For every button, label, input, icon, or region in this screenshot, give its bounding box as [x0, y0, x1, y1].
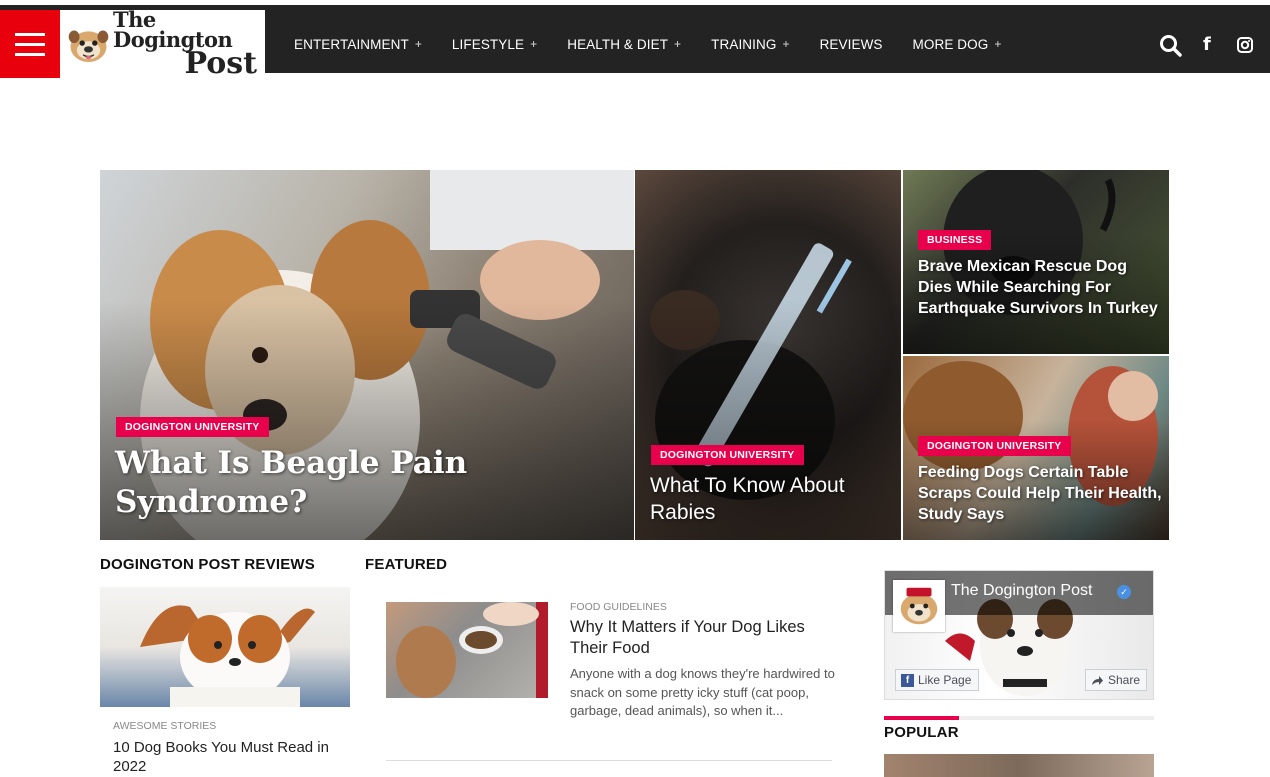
- popular-heading: POPULAR: [884, 724, 959, 741]
- reviews-heading: DOGINGTON POST REVIEWS: [100, 556, 315, 573]
- hero-title[interactable]: What Is Beagle Pain Syndrome?: [115, 444, 535, 522]
- nav-label: MORE DOG: [912, 36, 989, 52]
- nav-health-diet[interactable]: HEALTH & DIET +: [567, 37, 681, 52]
- hero-title[interactable]: Feeding Dogs Certain Table Scraps Could …: [918, 462, 1163, 525]
- share-label: Share: [1108, 673, 1141, 687]
- hero-tile-rabies[interactable]: DOGINGTON UNIVERSITY What To Know About …: [635, 170, 901, 540]
- category-badge[interactable]: BUSINESS: [918, 230, 992, 250]
- facebook-page-widget[interactable]: The Dogington Post ✓ f Like Page Share: [884, 570, 1154, 700]
- logo-line-1: The Dogington: [113, 6, 233, 52]
- top-navigation-bar: The Dogington Post ENTERTAINMENT + LIFES…: [0, 0, 1270, 78]
- hero-tile-table-scraps[interactable]: DOGINGTON UNIVERSITY Feeding Dogs Certai…: [903, 356, 1169, 540]
- category-badge[interactable]: DOGINGTON UNIVERSITY: [918, 436, 1071, 456]
- site-logo[interactable]: The Dogington Post: [60, 6, 265, 81]
- facebook-like-page-button[interactable]: f Like Page: [895, 669, 979, 691]
- like-label: Like Page: [918, 673, 972, 687]
- review-category[interactable]: AWESOME STORIES: [113, 720, 216, 732]
- popular-thumbnail[interactable]: [884, 754, 1154, 777]
- facebook-logo-icon: f: [901, 673, 914, 687]
- category-badge[interactable]: DOGINGTON UNIVERSITY: [651, 445, 804, 465]
- submenu-plus-icon: +: [994, 37, 1002, 51]
- dog-food-bowl-photo: [396, 602, 548, 698]
- hero-title[interactable]: Brave Mexican Rescue Dog Dies While Sear…: [918, 256, 1158, 319]
- nav-training[interactable]: TRAINING +: [711, 37, 789, 52]
- hamburger-menu-button[interactable]: [0, 10, 60, 78]
- featured-divider: [386, 760, 832, 761]
- popular-accent: [884, 716, 959, 720]
- bulldog-logo-icon: [68, 30, 109, 62]
- nav-label: TRAINING: [711, 36, 777, 52]
- nav-label: ENTERTAINMENT: [294, 36, 409, 52]
- featured-thumbnail[interactable]: [386, 602, 548, 698]
- popular-divider: [884, 716, 1154, 720]
- featured-excerpt: Anyone with a dog knows they're hardwire…: [570, 666, 835, 718]
- submenu-plus-icon: +: [414, 37, 422, 51]
- nav-label: HEALTH & DIET: [567, 36, 669, 52]
- search-icon[interactable]: [1158, 33, 1184, 59]
- submenu-plus-icon: +: [530, 37, 538, 51]
- facebook-page-name[interactable]: The Dogington Post: [951, 582, 1092, 600]
- verified-badge-icon: ✓: [1117, 585, 1131, 599]
- featured-heading: FEATURED: [365, 556, 448, 573]
- nav-label: REVIEWS: [819, 36, 883, 52]
- nav-reviews[interactable]: REVIEWS: [820, 37, 883, 52]
- puppy-book-photo: [140, 605, 315, 707]
- facebook-share-button[interactable]: Share: [1085, 669, 1147, 691]
- review-title[interactable]: 10 Dog Books You Must Read in 2022: [113, 738, 338, 776]
- hero-grid: DOGINGTON UNIVERSITY What Is Beagle Pain…: [100, 170, 1169, 540]
- review-thumbnail[interactable]: [100, 587, 350, 707]
- main-nav: ENTERTAINMENT + LIFESTYLE + HEALTH & DIE…: [294, 10, 1031, 78]
- nav-entertainment[interactable]: ENTERTAINMENT +: [294, 37, 422, 52]
- logo-wordmark: The Dogington Post: [113, 6, 265, 81]
- nav-lifestyle[interactable]: LIFESTYLE +: [452, 37, 537, 52]
- share-arrow-icon: [1092, 675, 1103, 685]
- category-badge[interactable]: DOGINGTON UNIVERSITY: [116, 417, 269, 437]
- bulldog-avatar-icon: [900, 587, 938, 625]
- facebook-avatar[interactable]: [893, 580, 945, 632]
- nav-label: LIFESTYLE: [451, 36, 525, 52]
- hamburger-line: [15, 42, 45, 46]
- submenu-plus-icon: +: [782, 37, 790, 51]
- submenu-plus-icon: +: [674, 37, 682, 51]
- featured-category[interactable]: FOOD GUIDELINES: [570, 601, 667, 613]
- hamburger-line: [15, 32, 45, 36]
- instagram-icon[interactable]: [1237, 37, 1253, 53]
- facebook-icon[interactable]: f: [1203, 34, 1211, 55]
- hero-tile-rescue-dog[interactable]: BUSINESS Brave Mexican Rescue Dog Dies W…: [903, 170, 1169, 354]
- hero-title[interactable]: What To Know About Rabies: [650, 472, 890, 526]
- nav-more-dog[interactable]: MORE DOG +: [913, 37, 1002, 52]
- logo-line-2: Post: [184, 45, 257, 81]
- hamburger-line: [15, 52, 45, 56]
- hero-tile-beagle[interactable]: DOGINGTON UNIVERSITY What Is Beagle Pain…: [100, 170, 634, 540]
- featured-title[interactable]: Why It Matters if Your Dog Likes Their F…: [570, 617, 840, 659]
